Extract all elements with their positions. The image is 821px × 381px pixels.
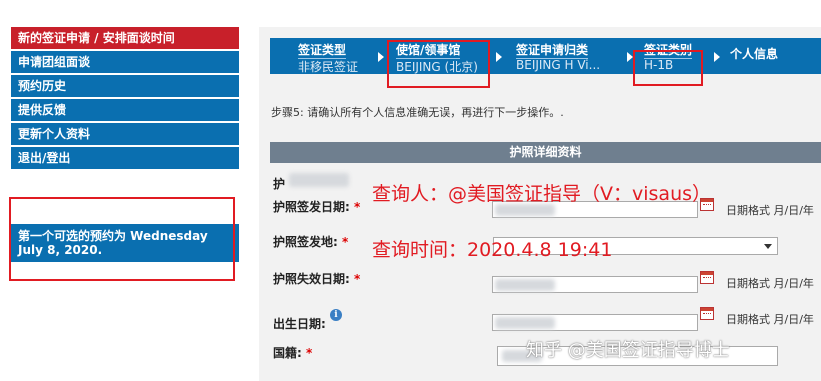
- redacted-value: [289, 173, 349, 187]
- inquirer-annotation: 查询人：@美国签证指导（V：visaus）: [372, 183, 712, 205]
- progress-steps: 签证类型 非移民签证 使馆/领事馆 BEIJING (北京) 签证申请归类 BE…: [270, 38, 821, 74]
- issue-date-label: 护照签发日期: *: [273, 200, 361, 214]
- sidebar-menu: 新的签证申请 / 安排面谈时间 申请团组面谈 预约历史 提供反馈 更新个人资料 …: [11, 27, 239, 171]
- query-time-annotation: 查询时间：2020.4.8 19:41: [372, 239, 613, 261]
- annotation-box-visa-class: [633, 50, 703, 86]
- info-icon[interactable]: i: [330, 309, 342, 321]
- calendar-icon[interactable]: [700, 307, 714, 320]
- redacted-value: [495, 279, 555, 291]
- sidebar-item-update-profile[interactable]: 更新个人资料: [11, 123, 239, 145]
- watermark: 知乎 @美国签证指导博士: [526, 340, 730, 361]
- step-instruction: 步骤5: 请确认所有个人信息准确无误，再进行下一步操作。.: [271, 106, 564, 119]
- sidebar-item-logout[interactable]: 退出/登出: [11, 147, 239, 169]
- step-value: BEIJING H Vi...: [516, 58, 601, 72]
- date-format-hint: 日期格式 月/日/年: [726, 204, 814, 217]
- date-format-hint: 日期格式 月/日/年: [726, 277, 814, 290]
- issue-place-label: 护照签发地: *: [273, 235, 349, 249]
- chevron-right-icon: [714, 52, 720, 62]
- chevron-right-icon: [378, 52, 384, 62]
- passport-number-label: 护: [273, 177, 286, 191]
- chevron-down-icon: [764, 244, 772, 249]
- annotation-box-appointment: [9, 197, 235, 281]
- step-label: 签证类型: [298, 43, 347, 59]
- step-value: 非移民签证: [298, 60, 359, 74]
- sidebar-item-group-interview[interactable]: 申请团组面谈: [11, 51, 239, 73]
- step-label: 签证申请归类: [516, 43, 589, 59]
- expiry-date-label: 护照失效日期: *: [273, 272, 361, 286]
- annotation-box-consulate: [387, 40, 490, 88]
- chevron-right-icon: [496, 52, 502, 62]
- nationality-label: 国籍: *: [273, 346, 313, 360]
- sidebar-item-appointment-history[interactable]: 预约历史: [11, 75, 239, 97]
- sidebar-item-new-application[interactable]: 新的签证申请 / 安排面谈时间: [11, 27, 239, 49]
- step-label: 个人信息: [730, 47, 779, 61]
- calendar-icon[interactable]: [700, 271, 714, 284]
- redacted-value: [495, 317, 555, 329]
- date-format-hint: 日期格式 月/日/年: [726, 313, 814, 326]
- sidebar-item-feedback[interactable]: 提供反馈: [11, 99, 239, 121]
- birth-date-label: 出生日期:: [273, 317, 326, 331]
- section-title: 护照详细资料: [270, 142, 821, 163]
